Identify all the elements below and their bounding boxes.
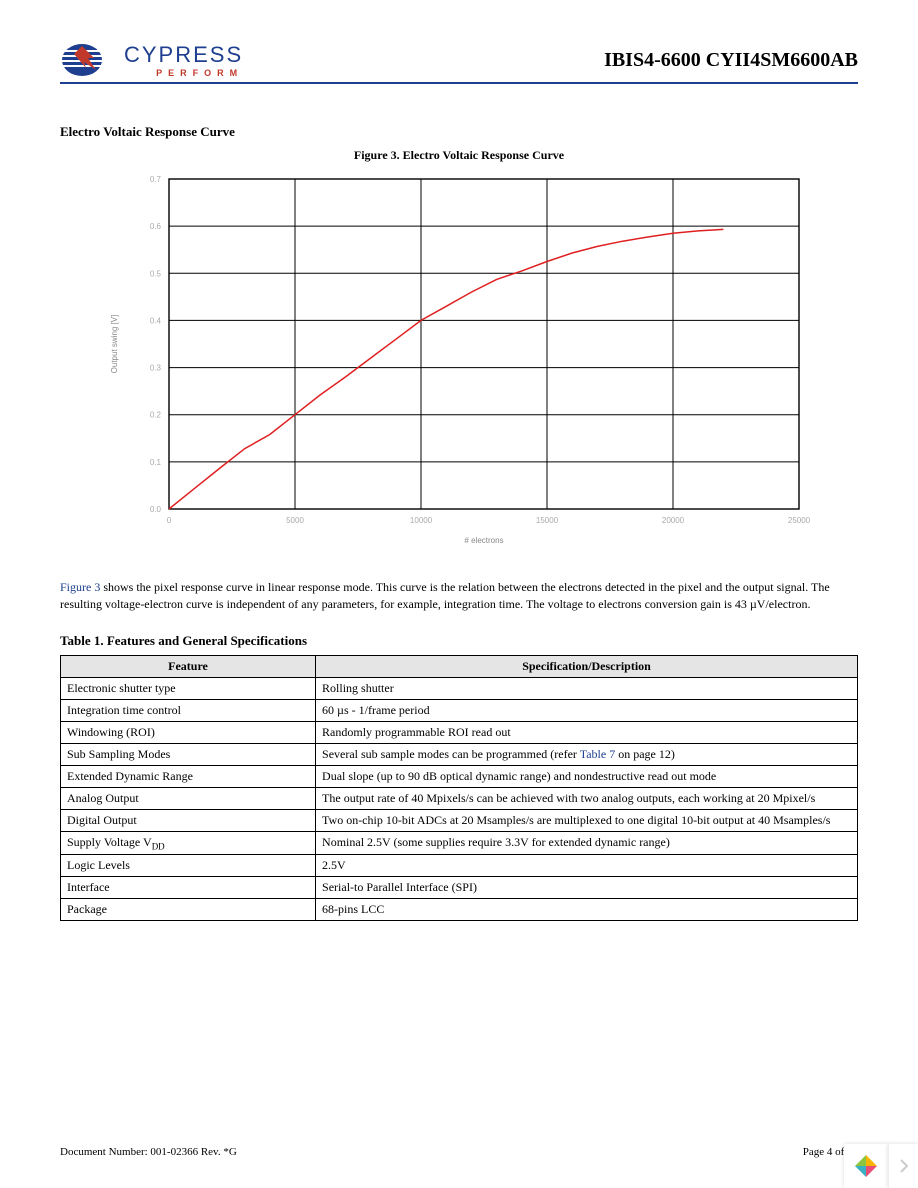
svg-text:0.0: 0.0 — [150, 505, 162, 514]
spec-cell: Serial-to Parallel Interface (SPI) — [316, 876, 858, 898]
table-row: Logic Levels2.5V — [61, 854, 858, 876]
table-header-row: Feature Specification/Description — [61, 655, 858, 677]
spec-cell: The output rate of 40 Mpixels/s can be a… — [316, 787, 858, 809]
page-footer: Document Number: 001-02366 Rev. *G Page … — [60, 1140, 858, 1158]
table-row: InterfaceSerial-to Parallel Interface (S… — [61, 876, 858, 898]
feature-cell: Extended Dynamic Range — [61, 765, 316, 787]
feature-cell: Windowing (ROI) — [61, 721, 316, 743]
figure-description: Figure 3 shows the pixel response curve … — [60, 579, 858, 613]
svg-text:0.2: 0.2 — [150, 411, 162, 420]
spec-cell: Dual slope (up to 90 dB optical dynamic … — [316, 765, 858, 787]
brand-tagline: PERFORM — [124, 68, 243, 78]
svg-text:# electrons: # electrons — [464, 536, 503, 545]
feature-cell: Analog Output — [61, 787, 316, 809]
svg-text:0.7: 0.7 — [150, 175, 162, 184]
svg-text:25000: 25000 — [788, 516, 811, 525]
document-id: IBIS4-6600 CYII4SM6600AB — [604, 49, 858, 72]
svg-text:0.5: 0.5 — [150, 269, 162, 278]
svg-text:20000: 20000 — [662, 516, 685, 525]
feature-cell: Sub Sampling Modes — [61, 743, 316, 765]
section-title: Electro Voltaic Response Curve — [60, 124, 858, 140]
feature-cell: Electronic shutter type — [61, 677, 316, 699]
svg-text:0.4: 0.4 — [150, 316, 162, 325]
spec-cell: 2.5V — [316, 854, 858, 876]
svg-text:0: 0 — [167, 516, 172, 525]
feature-cell: Logic Levels — [61, 854, 316, 876]
spec-table: Feature Specification/Description Electr… — [60, 655, 858, 921]
nav-logo-icon[interactable] — [844, 1144, 888, 1188]
feature-cell: Interface — [61, 876, 316, 898]
table-row: Digital OutputTwo on-chip 10-bit ADCs at… — [61, 809, 858, 831]
brand-name: CYPRESS — [124, 42, 243, 68]
feature-cell: Integration time control — [61, 699, 316, 721]
spec-cell: 60 µs - 1/frame period — [316, 699, 858, 721]
page-header: CYPRESS PERFORM IBIS4-6600 CYII4SM6600AB — [60, 40, 858, 84]
table-row: Supply Voltage VDDNominal 2.5V (some sup… — [61, 831, 858, 854]
feature-cell: Digital Output — [61, 809, 316, 831]
svg-text:5000: 5000 — [286, 516, 304, 525]
chevron-right-icon — [899, 1159, 909, 1173]
table-row: Package68-pins LCC — [61, 898, 858, 920]
feature-cell: Package — [61, 898, 316, 920]
brand-logo: CYPRESS PERFORM — [60, 40, 243, 80]
table-row: Sub Sampling ModesSeveral sub sample mod… — [61, 743, 858, 765]
spec-cell: 68-pins LCC — [316, 898, 858, 920]
nav-widget — [844, 1144, 918, 1188]
table-row: Extended Dynamic RangeDual slope (up to … — [61, 765, 858, 787]
table-header-spec: Specification/Description — [316, 655, 858, 677]
table-reference-link[interactable]: Table 7 — [580, 747, 615, 761]
svg-text:10000: 10000 — [410, 516, 433, 525]
svg-text:15000: 15000 — [536, 516, 559, 525]
figure-caption: Figure 3. Electro Voltaic Response Curve — [60, 148, 858, 163]
table-row: Electronic shutter typeRolling shutter — [61, 677, 858, 699]
figure-reference-link[interactable]: Figure 3 — [60, 580, 100, 594]
svg-text:0.1: 0.1 — [150, 458, 162, 467]
footer-doc-number: Document Number: 001-02366 Rev. *G — [60, 1146, 237, 1158]
spec-cell: Rolling shutter — [316, 677, 858, 699]
spec-cell: Two on-chip 10-bit ADCs at 20 Msamples/s… — [316, 809, 858, 831]
nav-next-button[interactable] — [888, 1144, 918, 1188]
svg-text:0.3: 0.3 — [150, 364, 162, 373]
chart-container: 0 5000 10000 15000 20000 25000 0.0 0.1 0.2 0.3 0.4… — [60, 169, 858, 549]
figure-description-text: shows the pixel response curve in linear… — [60, 580, 830, 611]
svg-text:Output swing [V]: Output swing [V] — [110, 315, 119, 374]
feature-cell: Supply Voltage VDD — [61, 831, 316, 854]
table-row: Integration time control60 µs - 1/frame … — [61, 699, 858, 721]
table-caption: Table 1. Features and General Specificat… — [60, 633, 858, 649]
svg-text:0.6: 0.6 — [150, 222, 162, 231]
table-row: Analog OutputThe output rate of 40 Mpixe… — [61, 787, 858, 809]
spec-cell: Several sub sample modes can be programm… — [316, 743, 858, 765]
spec-cell: Nominal 2.5V (some supplies require 3.3V… — [316, 831, 858, 854]
response-curve-chart: 0 5000 10000 15000 20000 25000 0.0 0.1 0.2 0.3 0.4… — [99, 169, 819, 549]
table-header-feature: Feature — [61, 655, 316, 677]
cypress-globe-icon — [60, 40, 116, 80]
spec-cell: Randomly programmable ROI read out — [316, 721, 858, 743]
table-row: Windowing (ROI)Randomly programmable ROI… — [61, 721, 858, 743]
